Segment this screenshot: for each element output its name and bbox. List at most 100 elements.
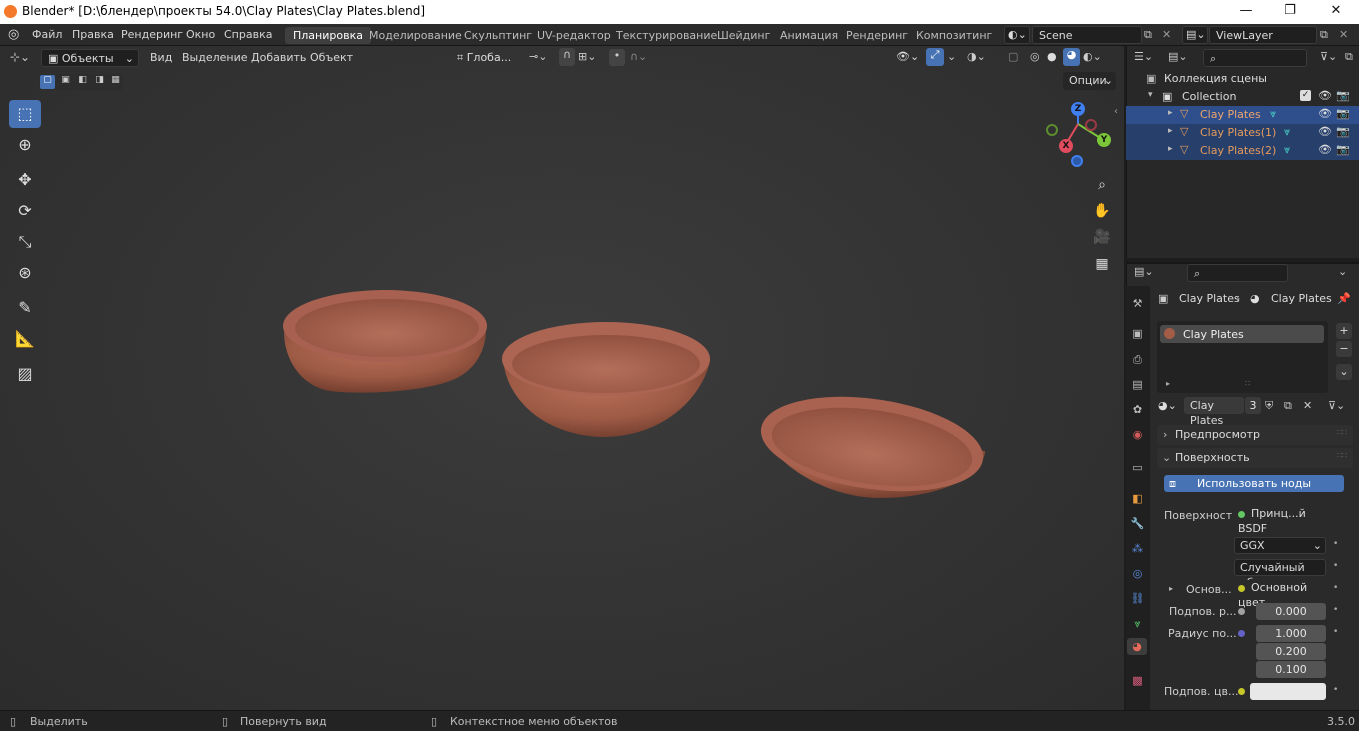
close-button[interactable]: ✕ [1326, 3, 1346, 21]
mesh-data-icon[interactable]: ⩔ [1270, 107, 1276, 121]
keyframe-dot-icon[interactable]: • [1333, 583, 1338, 593]
material-users-count[interactable]: 3 [1245, 397, 1261, 414]
gizmo-dropdown-icon[interactable]: ⌄ [947, 50, 956, 63]
surface-shader-field[interactable]: Принц...й BSDF [1233, 506, 1327, 535]
orientation-dropdown[interactable]: ⌗ Глоба... [451, 49, 523, 67]
sidebar-toggle-icon[interactable]: ‹ [1114, 106, 1118, 117]
menu-window[interactable]: Окно [186, 28, 215, 41]
keyframe-dot-icon[interactable]: • [1333, 561, 1338, 571]
outliner-object-row[interactable]: ▸ ▽ Clay Plates ⩔ 👁 📷 [1126, 106, 1359, 124]
expand-arrow-icon[interactable]: ▸ [1169, 584, 1173, 593]
render-camera-icon[interactable]: 📷 [1336, 143, 1350, 156]
menu-edit[interactable]: Правка [72, 28, 114, 41]
xray-icon[interactable]: ▢ [1008, 50, 1018, 63]
drag-handle-icon[interactable]: ∷∷ [1337, 428, 1347, 437]
rotate-tool-icon[interactable]: ⟳ [9, 197, 41, 225]
new-viewlayer-icon[interactable]: ⧉ [1320, 28, 1328, 42]
outliner-search-input[interactable]: ⌕ [1203, 49, 1307, 67]
use-nodes-button[interactable]: ⧈ Использовать ноды [1164, 475, 1344, 492]
mode-dropdown[interactable]: ▣ Объекты ⌄ [41, 49, 139, 67]
subsurface-value-field[interactable]: 0.000 [1256, 603, 1326, 620]
drag-handle-icon[interactable]: ∷∷ [1337, 451, 1347, 460]
3d-viewport[interactable] [0, 46, 1124, 710]
visibility-eye-icon[interactable]: 👁 [1318, 89, 1332, 102]
zoom-icon[interactable]: ⌕ [1091, 174, 1113, 196]
tab-shading[interactable]: Шейдинг [709, 27, 778, 44]
falloff-icon[interactable]: ∩⌄ [630, 50, 647, 63]
gizmo-toggle-icon[interactable]: ⤢ [926, 48, 944, 66]
measure-tool-icon[interactable]: 📐 [9, 325, 41, 353]
visibility-eye-icon[interactable]: 👁 [1318, 125, 1332, 138]
menu-help[interactable]: Справка [224, 28, 272, 41]
subsurface-method-dropdown[interactable]: Случайный об...⌄ [1234, 559, 1326, 589]
blender-menu-icon[interactable]: ◎ [8, 27, 19, 42]
transform-tool-icon[interactable]: ⊛ [9, 259, 41, 287]
constraints-tab-icon[interactable]: ⛓ [1129, 590, 1146, 607]
wireframe-shading-icon[interactable]: ◎ [1030, 50, 1040, 63]
panel-preview-header[interactable]: › Предпросмотр ∷∷ [1157, 425, 1353, 445]
material-slot-item[interactable]: Clay Plates [1160, 325, 1324, 343]
gizmo-z-axis[interactable]: Z [1071, 102, 1085, 116]
tool-tab-icon[interactable]: ⚒ [1129, 295, 1146, 312]
maximize-button[interactable]: ❐ [1280, 3, 1300, 21]
collection-tab-icon[interactable]: ▭ [1129, 459, 1146, 476]
rendered-shading-icon[interactable]: ◐⌄ [1083, 50, 1102, 63]
exclude-checkbox[interactable]: ✓ [1300, 90, 1311, 101]
visibility-eye-icon[interactable]: 👁 [1318, 143, 1332, 156]
visibility-icon[interactable]: 👁⌄ [896, 50, 919, 63]
select-box-tool-icon[interactable]: ⬚ [9, 100, 41, 128]
select-intersect-icon[interactable]: ▦ [108, 75, 123, 85]
object-tab-icon[interactable]: ◧ [1129, 490, 1146, 507]
distribution-dropdown[interactable]: GGX ⌄ [1234, 537, 1326, 554]
tab-sculpting[interactable]: Скульптинг [456, 27, 540, 44]
clay-bowl-left[interactable] [283, 290, 487, 393]
visibility-eye-icon[interactable]: 👁 [1318, 107, 1332, 120]
link-dropdown-icon[interactable]: ⊽⌄ [1328, 399, 1345, 412]
scene-name-field[interactable]: Scene [1032, 26, 1142, 44]
menu-render[interactable]: Рендеринг [121, 28, 183, 41]
properties-options-icon[interactable]: ⌄ [1338, 265, 1347, 278]
tab-compositing[interactable]: Композитинг [908, 27, 1000, 44]
expand-arrow-icon[interactable]: ▸ [1168, 126, 1173, 136]
clay-bowl-middle[interactable] [502, 322, 710, 438]
proportional-edit-icon[interactable]: • [609, 49, 625, 66]
material-tab-icon[interactable]: ◕ [1127, 638, 1147, 655]
keyframe-dot-icon[interactable]: • [1333, 605, 1338, 615]
breadcrumb-material[interactable]: Clay Plates [1271, 292, 1332, 305]
fake-user-shield-icon[interactable]: ⛨ [1265, 399, 1273, 413]
outliner-editor-icon[interactable]: ☰⌄ [1134, 50, 1153, 63]
gizmo-neg-y[interactable] [1046, 124, 1058, 136]
tab-animation[interactable]: Анимация [772, 27, 846, 44]
pan-hand-icon[interactable]: ✋ [1091, 200, 1113, 222]
radius-y-field[interactable]: 0.200 [1256, 643, 1326, 660]
add-cube-tool-icon[interactable]: ▨ [9, 360, 41, 388]
scene-tab-icon[interactable]: ✿ [1129, 401, 1146, 418]
tab-layout[interactable]: Планировка [285, 27, 371, 44]
browse-material-icon[interactable]: ◕⌄ [1158, 399, 1177, 412]
gizmo-neg-z[interactable] [1071, 155, 1083, 167]
perspective-grid-icon[interactable]: ▦ [1091, 253, 1113, 275]
select-invert-icon[interactable]: ◨ [92, 75, 107, 85]
viewport-menu-add[interactable]: Добавить [251, 51, 306, 64]
radius-z-field[interactable]: 0.100 [1256, 661, 1326, 678]
minimize-button[interactable]: — [1236, 3, 1256, 21]
navigation-gizmo[interactable]: Z Y X [1040, 100, 1116, 176]
unlink-material-icon[interactable]: ✕ [1303, 399, 1312, 412]
output-tab-icon[interactable]: ⎙ [1129, 351, 1146, 368]
properties-search-input[interactable]: ⌕ [1187, 264, 1288, 282]
cursor-tool-icon[interactable]: ⊕ [9, 131, 41, 159]
solid-shading-icon[interactable]: ● [1047, 50, 1057, 63]
viewlayer-name-field[interactable]: ViewLayer [1209, 26, 1317, 44]
snap-icon[interactable]: ∩ [559, 48, 575, 66]
expand-arrow-icon[interactable]: ▾ [1148, 90, 1153, 100]
base-color-link-field[interactable]: Основной цвет [1233, 580, 1327, 609]
expand-arrow-icon[interactable]: ▸ [1168, 108, 1173, 118]
radius-x-field[interactable]: 1.000 [1256, 625, 1326, 642]
outliner-object-row[interactable]: ▸ ▽ Clay Plates(2) ⩔ 👁 📷 [1126, 142, 1359, 160]
expand-arrow-icon[interactable]: ▸ [1166, 379, 1170, 388]
camera-view-icon[interactable]: 🎥 [1091, 226, 1113, 248]
subsurface-color-swatch[interactable] [1250, 683, 1326, 700]
outliner-object-row[interactable]: ▸ ▽ Clay Plates(1) ⩔ 👁 📷 [1126, 124, 1359, 142]
keyframe-dot-icon[interactable]: • [1333, 627, 1338, 637]
pivot-icon[interactable]: ⊸⌄ [529, 50, 547, 63]
